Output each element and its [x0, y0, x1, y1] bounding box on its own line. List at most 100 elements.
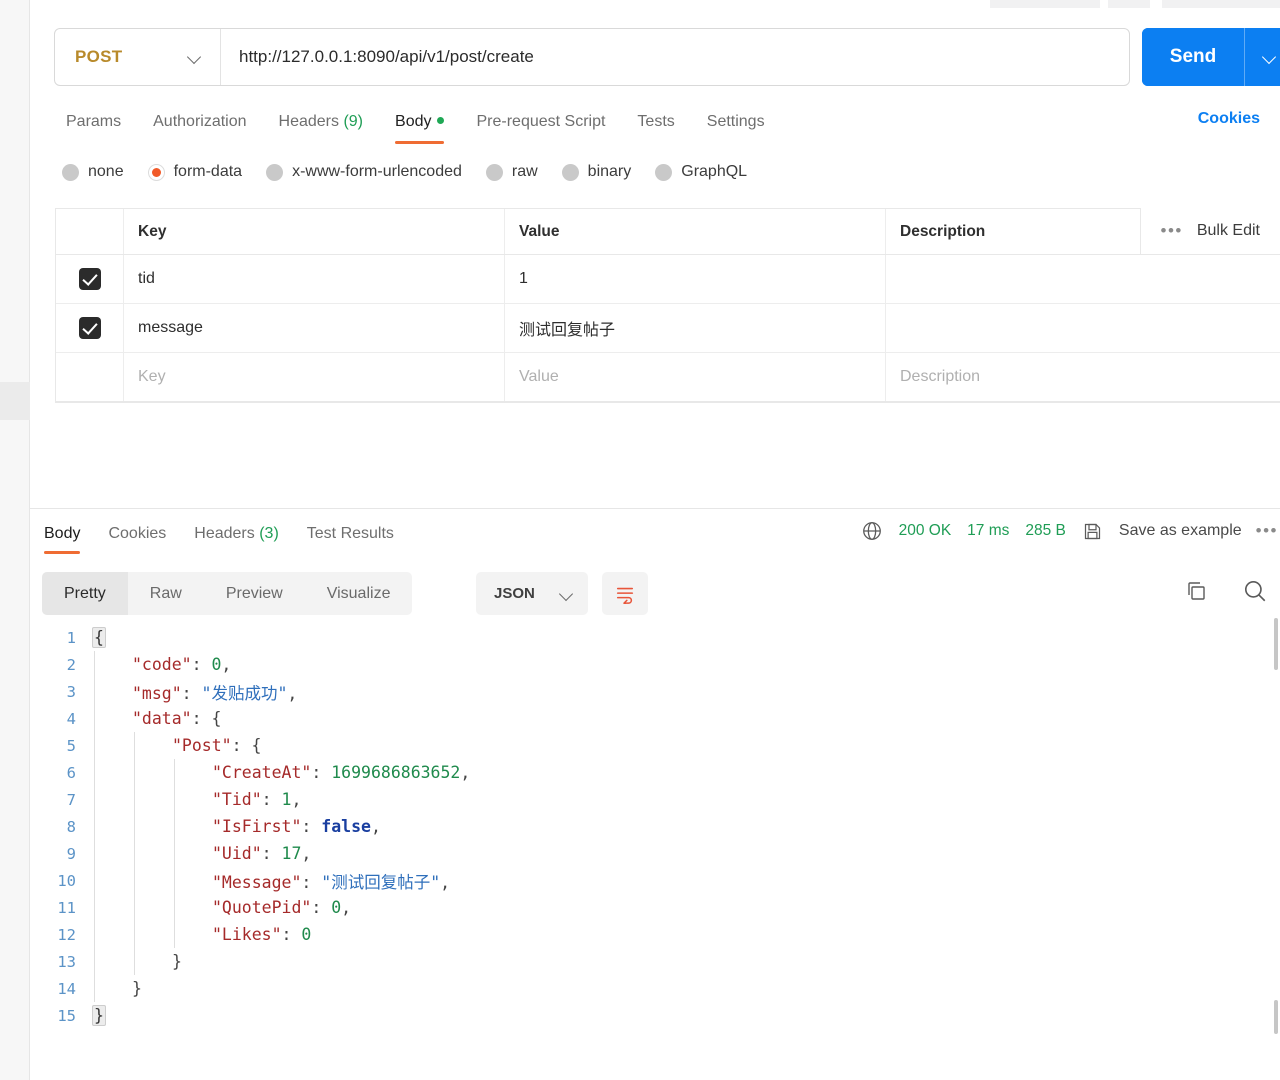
indent-guides	[92, 867, 212, 894]
row-value-placeholder: Value	[519, 368, 559, 385]
postman-window: POST Send Params Authorization Headers (…	[0, 0, 1280, 1080]
view-tab-raw[interactable]: Raw	[128, 572, 204, 615]
indent-guides	[92, 894, 212, 921]
radio-raw[interactable]: raw	[485, 163, 538, 181]
vertical-scrollbar[interactable]	[1273, 612, 1279, 1048]
code-text: "Message": "测试回复帖子",	[212, 872, 451, 892]
body-modified-dot-icon	[437, 117, 445, 124]
row-key-cell[interactable]: tid	[124, 255, 505, 303]
checkbox-checked-icon[interactable]	[78, 268, 101, 290]
radio-icon	[266, 163, 284, 181]
row-description-cell[interactable]: Description	[886, 353, 1280, 401]
code-text: "IsFirst": false,	[212, 817, 381, 836]
response-tools	[1184, 578, 1268, 604]
indent-guides	[92, 975, 132, 1002]
code-line: 4 "data": {	[40, 705, 1256, 732]
view-tab-preview[interactable]: Preview	[204, 572, 305, 615]
radio-none[interactable]: none	[62, 163, 124, 181]
row-key-text: message	[138, 319, 203, 336]
row-value-cell[interactable]: 1	[505, 255, 886, 303]
pane-divider[interactable]	[30, 508, 1280, 509]
send-options-button[interactable]	[1245, 28, 1280, 86]
tab-pre-request-script[interactable]: Pre-request Script	[460, 105, 621, 139]
code-line: 8 "IsFirst": false,	[40, 813, 1256, 840]
tab-headers[interactable]: Headers (9)	[263, 105, 380, 139]
radio-form-data[interactable]: form-data	[147, 163, 242, 181]
radio-icon	[655, 163, 673, 181]
url-input[interactable]	[221, 29, 1129, 85]
copy-icon[interactable]	[1184, 579, 1208, 603]
indent-guides	[92, 840, 212, 867]
format-select[interactable]: JSON	[476, 572, 588, 615]
radio-label: none	[88, 163, 124, 180]
row-checkbox-cell[interactable]	[56, 255, 124, 303]
line-number: 6	[66, 763, 76, 782]
response-tab-cookies[interactable]: Cookies	[94, 518, 180, 550]
response-tab-test-results[interactable]: Test Results	[293, 518, 408, 550]
checkbox-checked-icon[interactable]	[78, 317, 101, 339]
response-body-code[interactable]: 1{2 "code": 0, 3 "msg": "发贴成功", 4 "data": {5 "…	[40, 624, 1256, 1044]
row-value-text: 1	[519, 270, 528, 287]
tab-label: Tests	[637, 113, 675, 130]
row-value-cell[interactable]: Value	[505, 353, 886, 401]
radio-label: binary	[587, 163, 632, 180]
wrap-lines-button[interactable]	[602, 572, 648, 615]
radio-binary[interactable]: binary	[561, 163, 632, 181]
row-key-cell[interactable]: Key	[124, 353, 505, 401]
bulk-edit-button[interactable]: Bulk Edit	[1197, 222, 1260, 240]
indent-guides	[92, 948, 172, 975]
table-row[interactable]: tid 1	[56, 255, 1280, 304]
row-checkbox-cell[interactable]	[56, 353, 124, 401]
response-more-options-icon[interactable]: •••	[1256, 521, 1278, 541]
row-key-cell[interactable]: message	[124, 304, 505, 352]
request-tabs: Params Authorization Headers (9) Body Pr…	[50, 105, 781, 144]
response-tab-body[interactable]: Body	[40, 518, 94, 554]
indent-guides	[92, 678, 132, 705]
tab-authorization[interactable]: Authorization	[137, 105, 262, 139]
line-number: 15	[57, 1006, 76, 1025]
code-text: }	[132, 979, 142, 998]
more-options-icon[interactable]: •••	[1161, 221, 1183, 241]
tab-settings[interactable]: Settings	[691, 105, 781, 139]
response-view-switcher: Pretty Raw Preview Visualize	[42, 572, 413, 615]
search-icon[interactable]	[1242, 578, 1268, 604]
sidebar-gap	[30, 0, 32, 1080]
method-label: POST	[75, 47, 123, 66]
line-number: 9	[66, 844, 76, 863]
line-number: 11	[57, 898, 76, 917]
code-text: "Post": {	[172, 736, 262, 755]
save-icon[interactable]	[1082, 521, 1103, 542]
code-text: "msg": "发贴成功",	[132, 683, 298, 703]
tab-params[interactable]: Params	[50, 105, 137, 139]
radio-graphql[interactable]: GraphQL	[655, 163, 747, 181]
row-checkbox-cell[interactable]	[56, 304, 124, 352]
sidebar-selected-block[interactable]	[0, 382, 30, 420]
tab-label: Pre-request Script	[476, 113, 606, 130]
table-row-empty[interactable]: Key Value Description	[56, 353, 1280, 402]
globe-icon[interactable]	[861, 520, 883, 542]
save-as-example-button[interactable]: Save as example	[1119, 522, 1242, 540]
code-text: }	[172, 952, 182, 971]
radio-x-www-form-urlencoded[interactable]: x-www-form-urlencoded	[266, 163, 462, 181]
chevron-down-icon	[560, 587, 574, 601]
tab-chip-1[interactable]	[990, 0, 1100, 8]
scrollbar-thumb-secondary[interactable]	[1274, 1000, 1278, 1034]
response-tab-headers[interactable]: Headers (3)	[180, 518, 293, 550]
view-tab-visualize[interactable]: Visualize	[305, 572, 413, 615]
send-button[interactable]: Send	[1142, 28, 1244, 86]
tab-label: Authorization	[153, 113, 247, 130]
tab-tests[interactable]: Tests	[621, 105, 690, 139]
row-description-cell[interactable]	[886, 304, 1280, 352]
table-row[interactable]: message 测试回复帖子	[56, 304, 1280, 353]
code-line: 2 "code": 0,	[40, 651, 1256, 678]
tab-body[interactable]: Body	[379, 105, 460, 144]
code-line: 14}	[40, 975, 1256, 1002]
row-description-cell[interactable]	[886, 255, 1280, 303]
tab-chip-3[interactable]	[1162, 0, 1280, 8]
view-tab-pretty[interactable]: Pretty	[42, 572, 128, 615]
scrollbar-thumb[interactable]	[1274, 618, 1278, 670]
tab-chip-2[interactable]	[1108, 0, 1150, 8]
cookies-link[interactable]: Cookies	[1198, 110, 1260, 128]
method-selector[interactable]: POST	[55, 29, 220, 85]
row-value-cell[interactable]: 测试回复帖子	[505, 304, 886, 352]
